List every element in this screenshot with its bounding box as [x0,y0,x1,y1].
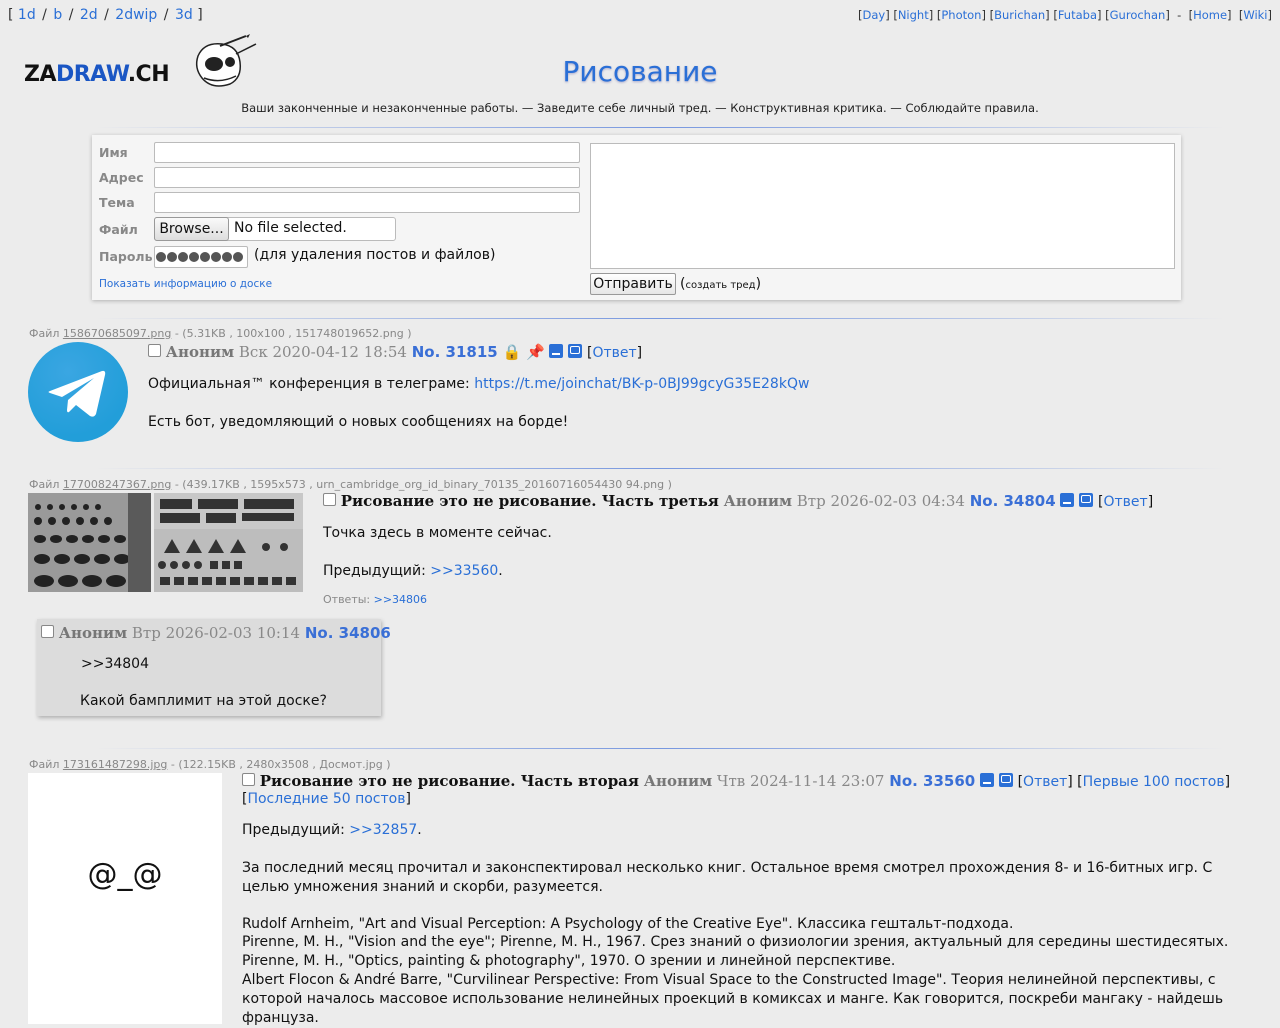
post-form: Имя Адрес Тема Файл Browse... No file se… [92,135,1181,300]
style-gurochan[interactable]: Gurochan [1110,8,1166,22]
post-text: Какой бамплимит на этой доске? [80,693,327,709]
file-info: Файл 173161487298.jpg - (122.15KB , 2480… [29,758,391,771]
file-label: Файл [99,222,138,237]
post-checkbox[interactable] [242,773,255,786]
divider [95,318,1225,319]
board-link-2dwip[interactable]: 2dwip [115,7,157,23]
quote-link[interactable]: >>33560 [430,563,498,579]
pin-icon: 📌 [525,343,545,361]
file-link[interactable]: 158670685097.png [63,327,171,340]
telegram-link[interactable]: https://t.me/joinchat/BK-p-0BJ99gcyG35E2… [474,376,809,392]
subject-label: Тема [99,195,135,210]
file-info: Файл 177008247367.png - (439.17KB , 1595… [29,478,672,491]
style-futaba[interactable]: Futaba [1058,8,1097,22]
password-input[interactable] [154,246,248,268]
post-thumbnail[interactable]: @_@ [28,773,222,1024]
post-number[interactable]: No. 34804 [970,492,1056,510]
reply-link[interactable]: Ответ [1023,774,1067,790]
reference-line: Rudolf Arnheim, "Art and Visual Percepti… [242,916,1014,932]
file-link[interactable]: 177008247367.png [63,478,171,491]
style-photon[interactable]: Photon [941,8,981,22]
board-link-b[interactable]: b [53,7,62,23]
file-link[interactable]: 173161487298.jpg [63,758,168,771]
divider [95,468,1225,469]
quick-reply-icon[interactable] [1079,493,1094,507]
name-label: Имя [99,145,128,160]
quote-link[interactable]: >>32857 [349,822,417,838]
style-nav: [Day] [Night] [Photon] [Burichan] [Futab… [857,8,1272,22]
hide-icon[interactable] [980,773,995,787]
divider [95,127,1225,128]
divider [95,748,1225,749]
post-subject: Рисование это не рисование. Часть вторая [259,772,639,790]
post-text: Предыдущий: >>33560. [323,563,503,579]
reference-line: Pirenne, M. H., "Vision and the eye"; Pi… [242,934,1229,950]
style-day[interactable]: Day [862,8,885,22]
last-50-link[interactable]: Последние 50 постов [247,791,405,807]
style-night[interactable]: Night [898,8,929,22]
quick-reply-icon[interactable] [998,773,1013,787]
reference-line: Pirenne, M. H., "Optics, painting & phot… [242,953,896,969]
post-text: За последний месяц прочитал и законспект… [242,860,1213,895]
board-link-1d[interactable]: 1d [18,7,36,23]
password-label: Пароль [99,249,153,264]
post-thumbnail[interactable] [28,493,151,592]
board-title: Рисование [562,55,718,88]
email-label: Адрес [99,170,144,185]
lock-icon: 🔒 [502,343,522,361]
post-checkbox[interactable] [323,493,336,506]
post-header: Рисование это не рисование. Часть вторая… [242,772,1230,790]
quick-reply-icon[interactable] [568,344,583,358]
reply-ref-link[interactable]: >>34806 [374,593,427,606]
reply-link[interactable]: Ответ [592,345,636,361]
board-subtitle: Ваши законченные и незаконченные работы.… [241,101,1039,115]
board-link-2d[interactable]: 2d [80,7,98,23]
subject-input[interactable] [154,192,580,213]
quote-link[interactable]: >>34804 [81,655,149,674]
board-nav: [ 1d / b / 2d / 2dwip / 3d ] [8,7,203,23]
comment-textarea[interactable] [590,143,1175,269]
password-note: (для удаления постов и файлов) [254,247,496,263]
wiki-link[interactable]: Wiki [1243,8,1267,22]
post-subject: Рисование это не рисование. Часть третья [340,492,719,510]
first-100-link[interactable]: Первые 100 постов [1083,774,1225,790]
browse-button[interactable]: Browse... [154,217,229,241]
reply-link[interactable]: Ответ [1104,494,1148,510]
post-nav: [Последние 50 постов] [242,791,411,807]
post-number[interactable]: No. 33560 [889,772,975,790]
post-text: Точка здесь в моменте сейчас. [323,525,552,541]
replies-list: Ответы: >>34806 [323,593,428,606]
style-burichan[interactable]: Burichan [994,8,1045,22]
post-checkbox[interactable] [148,344,161,357]
reply-post: Аноним Втр 2026-02-03 10:14 No. 34806 >>… [37,619,391,716]
post-text: Есть бот, уведомляющий о новых сообщения… [148,414,569,430]
name-input[interactable] [154,142,580,163]
post-checkbox[interactable] [41,625,54,638]
post-number[interactable]: No. 34806 [305,624,391,642]
submit-note: (создать тред) [680,276,762,292]
board-link-3d[interactable]: 3d [175,7,193,23]
telegram-logo-icon[interactable] [28,342,128,442]
file-info: Файл 158670685097.png - (5.31KB , 100x10… [29,327,412,340]
submit-button[interactable]: Отправить [590,273,676,295]
reference-line: Albert Flocon & André Barre, "Curvilinea… [242,972,1224,1026]
email-input[interactable] [154,167,580,188]
post-text: Предыдущий: >>32857. [242,822,422,838]
post-header: Рисование это не рисование. Часть третья… [323,492,1153,510]
file-status: No file selected. [234,220,347,236]
post-text: Официальная™ конференция в телеграме: ht… [148,376,810,392]
home-link[interactable]: Home [1193,8,1227,22]
post-number[interactable]: No. 31815 [412,343,498,361]
board-info-link[interactable]: Показать информацию о доске [99,278,272,290]
post-header: Аноним Вск 2020-04-12 18:54 No. 31815 🔒 … [148,343,642,361]
hide-icon[interactable] [549,344,564,358]
post-thumbnail[interactable] [154,493,303,592]
post-header: Аноним Втр 2026-02-03 10:14 No. 34806 [41,624,391,642]
hide-icon[interactable] [1060,493,1075,507]
